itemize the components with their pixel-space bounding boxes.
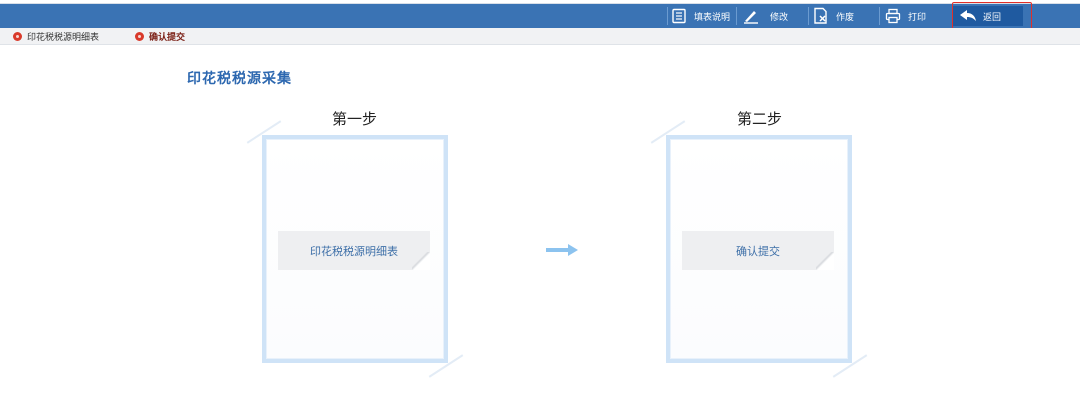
fill-instructions-button[interactable]: 填表说明: [670, 6, 730, 26]
step-one-label: 第一步: [332, 110, 378, 128]
printer-icon: [884, 7, 902, 25]
step-one-card: 印花税税源明细表: [262, 135, 448, 363]
toolbar-separator: [879, 7, 880, 25]
fill-instructions-label: 填表说明: [694, 12, 731, 23]
print-label: 打印: [908, 12, 927, 23]
subtab-label: 印花税税源明细表: [27, 33, 100, 43]
document-lines-icon: [670, 7, 688, 25]
step-two-label: 第二步: [737, 110, 783, 128]
top-toolbar: 填表说明 修改 作废 打印 返回: [0, 4, 1080, 28]
void-button[interactable]: 作废: [812, 6, 854, 26]
modify-button[interactable]: 修改: [742, 6, 788, 26]
toolbar-separator: [667, 7, 668, 25]
print-button[interactable]: 打印: [884, 6, 926, 26]
subtab-tax-source-detail[interactable]: 印花税税源明细表: [13, 30, 99, 43]
gear-icon: [135, 32, 144, 41]
tax-source-detail-button-label: 印花税税源明细表: [310, 244, 398, 258]
page-curl: [412, 252, 430, 270]
page-curl: [816, 252, 834, 270]
confirm-submit-button-label: 确认提交: [736, 244, 780, 258]
gear-icon: [13, 32, 22, 41]
void-label: 作废: [836, 12, 855, 23]
document-x-icon: [812, 7, 830, 25]
return-button[interactable]: 返回: [953, 6, 1023, 26]
confirm-submit-button[interactable]: 确认提交: [682, 231, 834, 270]
sub-tab-bar: 印花税税源明细表 确认提交: [0, 28, 1080, 45]
page-title: 印花税税源采集: [187, 71, 292, 87]
toolbar-separator: [736, 7, 737, 25]
pencil-icon: [742, 7, 760, 25]
step-two-card: 确认提交: [666, 135, 852, 363]
modify-label: 修改: [770, 12, 789, 23]
return-label: 返回: [983, 12, 1002, 23]
subtab-label: 确认提交: [149, 33, 186, 43]
step-arrow-icon: [546, 244, 578, 256]
toolbar-separator: [808, 7, 809, 25]
return-arrow-icon: [959, 7, 977, 25]
subtab-confirm-submit[interactable]: 确认提交: [135, 30, 185, 43]
tax-source-detail-button[interactable]: 印花税税源明细表: [278, 231, 430, 270]
